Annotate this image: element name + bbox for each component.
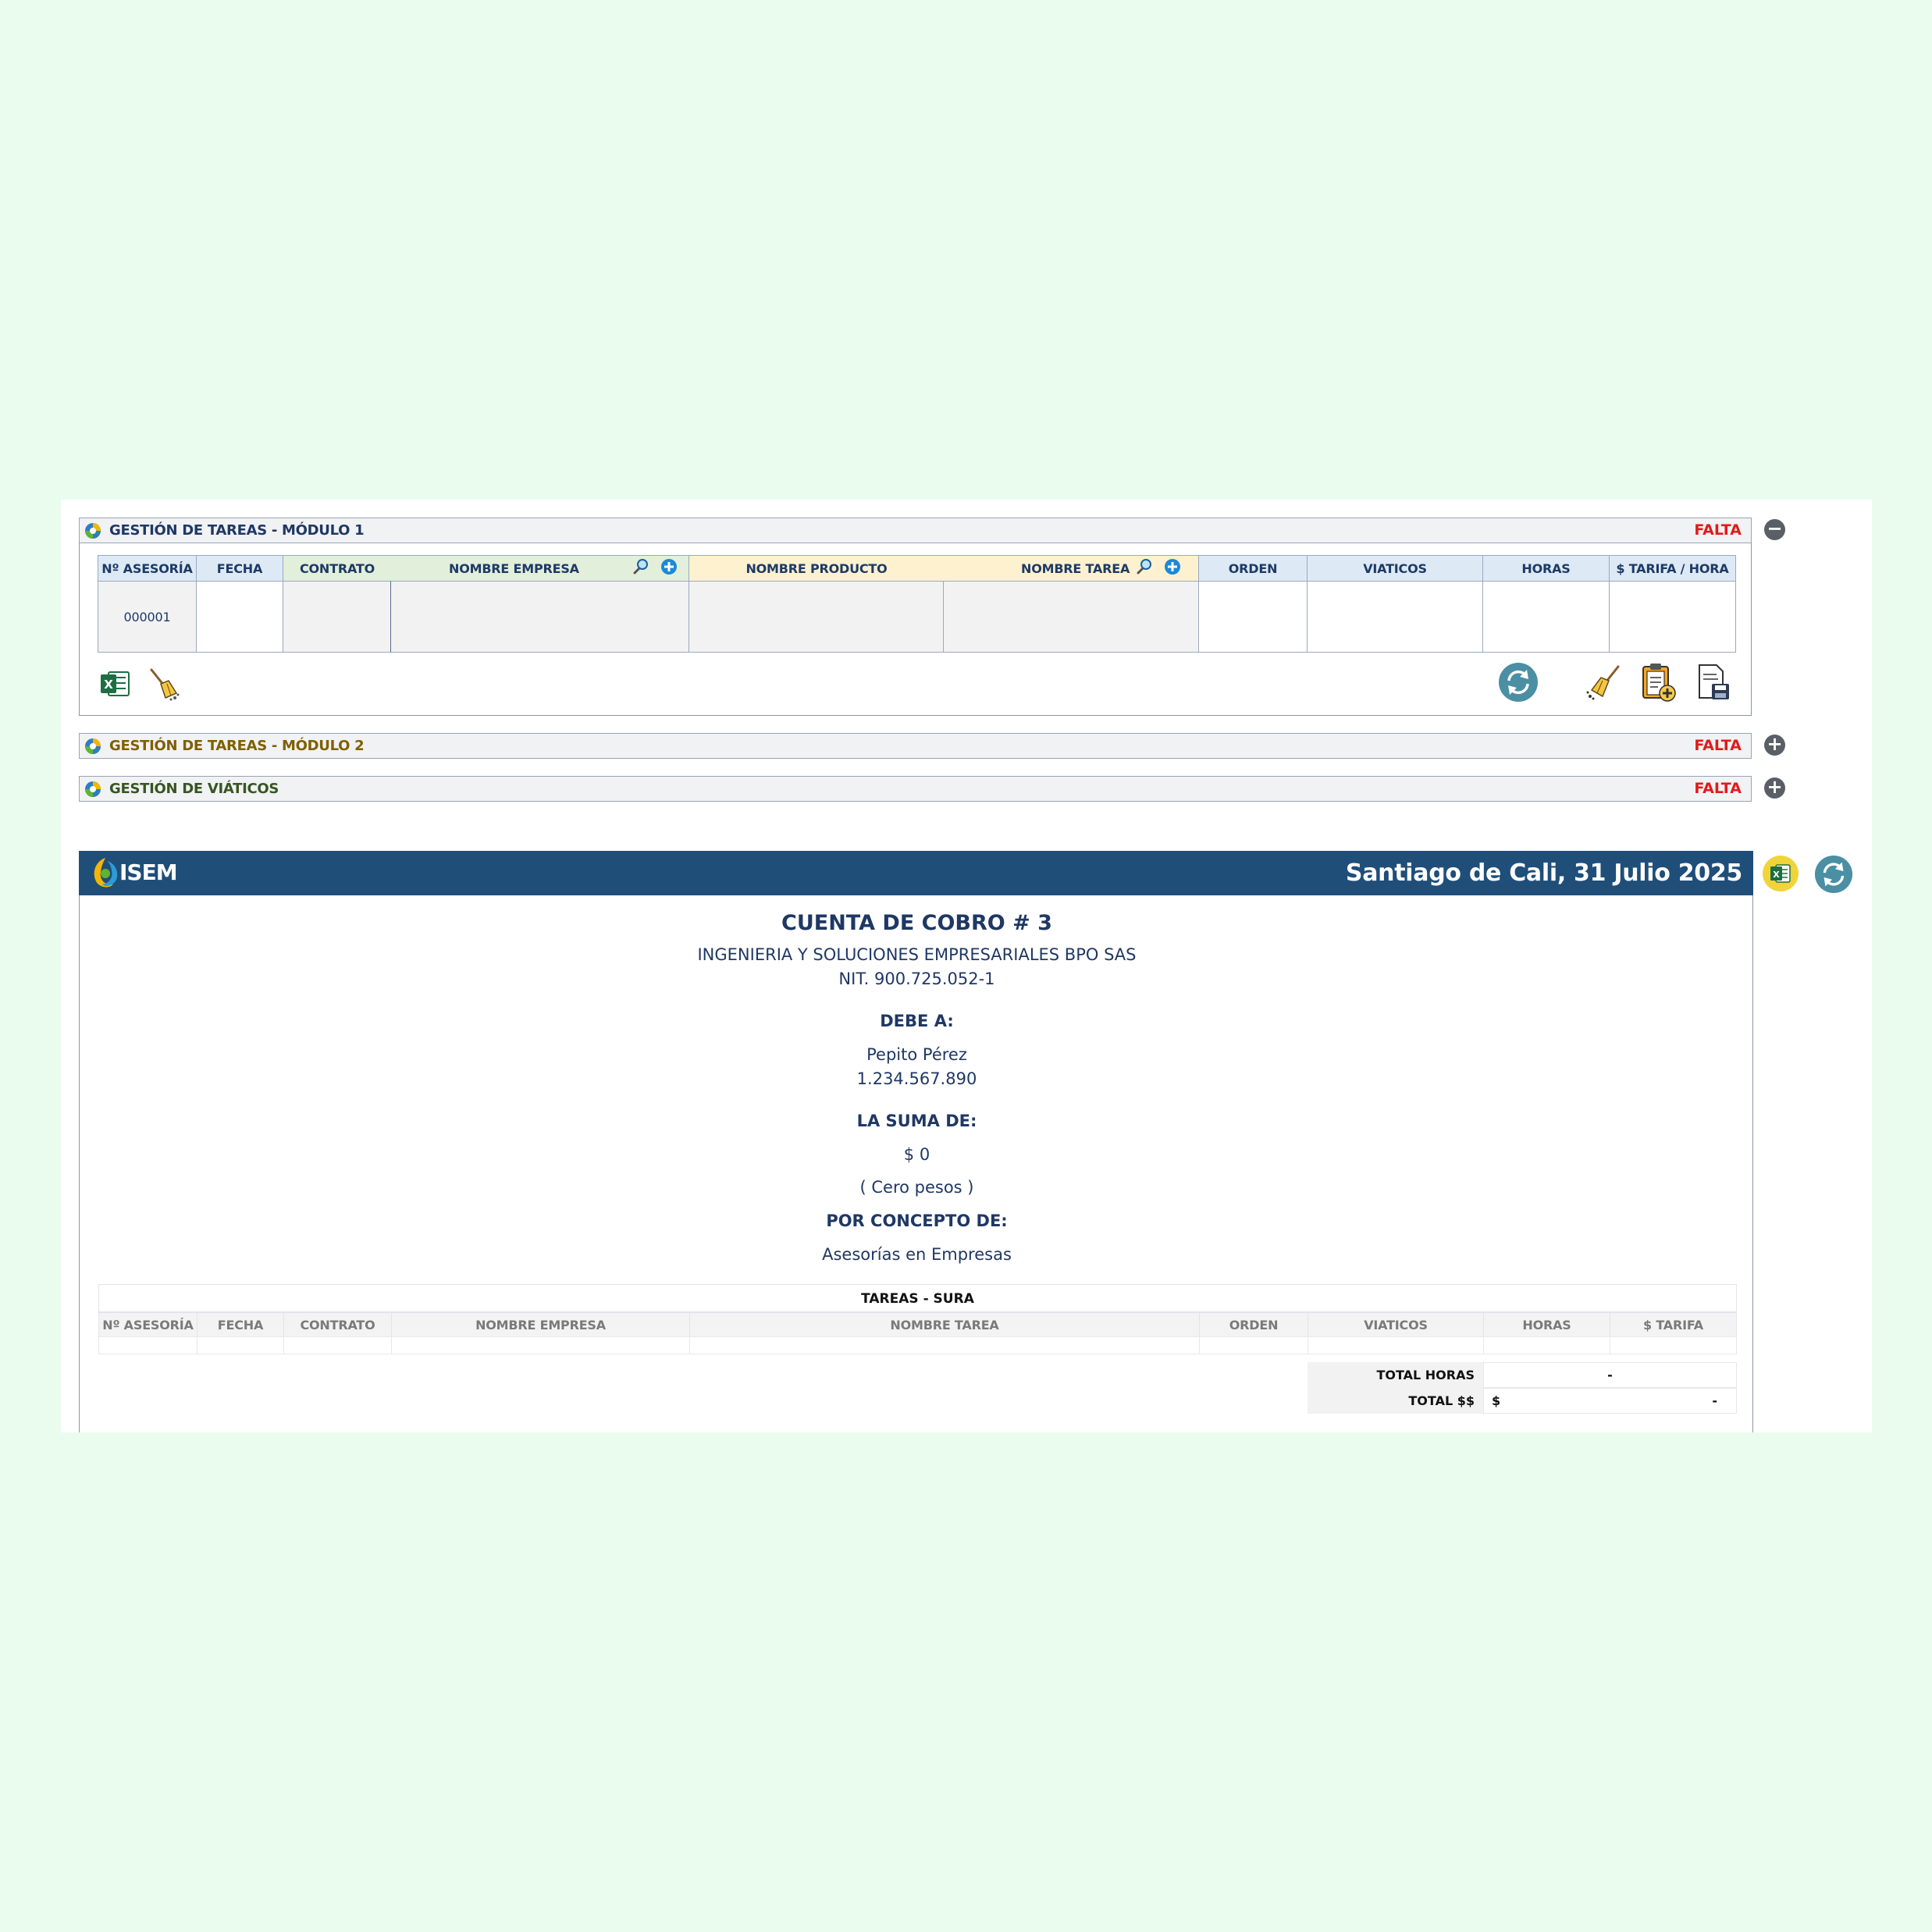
module2-title: GESTIÓN DE TAREAS - MÓDULO 2 bbox=[109, 738, 365, 754]
col-producto: NOMBRE PRODUCTO bbox=[688, 555, 944, 582]
col-tarea: NOMBRE TAREA bbox=[943, 555, 1199, 582]
total-money-field: $ - bbox=[1483, 1388, 1737, 1414]
module1-header[interactable]: GESTIÓN DE TAREAS - MÓDULO 1 FALTA bbox=[79, 518, 1752, 543]
module1-title: GESTIÓN DE TAREAS - MÓDULO 1 bbox=[109, 522, 365, 539]
table-row bbox=[1610, 1336, 1737, 1354]
rcol-horas: HORAS bbox=[1483, 1312, 1610, 1337]
add-circle-icon[interactable] bbox=[660, 558, 678, 575]
invoice-date: Santiago de Cali, 31 Julio 2025 bbox=[1345, 859, 1742, 887]
rcol-contrato: CONTRATO bbox=[283, 1312, 392, 1337]
task-grid: Nº ASESORÍA FECHA CONTRATO NOMBRE EMPRES… bbox=[98, 555, 1736, 653]
table-row bbox=[1483, 1336, 1610, 1354]
cell-tarea[interactable] bbox=[943, 581, 1199, 653]
col-contrato: CONTRATO bbox=[283, 555, 391, 582]
col-empresa-label: NOMBRE EMPRESA bbox=[449, 560, 579, 576]
col-fecha: FECHA bbox=[196, 555, 283, 582]
rcol-orden: ORDEN bbox=[1199, 1312, 1308, 1337]
person-id: 1.234.567.890 bbox=[856, 1069, 977, 1088]
search-icon[interactable] bbox=[1136, 558, 1153, 575]
isem-small-logo-icon bbox=[85, 523, 101, 539]
table-row bbox=[197, 1336, 284, 1354]
sum-label: LA SUMA DE: bbox=[856, 1112, 977, 1130]
isem-logo-text: ISEM bbox=[119, 859, 178, 885]
col-orden: ORDEN bbox=[1198, 555, 1308, 582]
tasks-table-title: TAREAS - SURA bbox=[98, 1284, 1737, 1312]
worksheet: GESTIÓN DE TAREAS - MÓDULO 1 FALTA − Nº … bbox=[61, 500, 1872, 1432]
refresh-icon[interactable] bbox=[1814, 855, 1853, 894]
rcol-asesoria: Nº ASESORÍA bbox=[98, 1312, 197, 1337]
svg-text:X: X bbox=[1773, 870, 1780, 880]
invoice-header: ISEM Santiago de Cali, 31 Julio 2025 bbox=[79, 851, 1753, 895]
concept: Asesorías en Empresas bbox=[822, 1245, 1012, 1264]
cell-empresa[interactable] bbox=[390, 581, 689, 653]
total-hours-label: TOTAL HORAS bbox=[1308, 1362, 1484, 1388]
isem-small-logo-icon bbox=[85, 781, 101, 797]
add-circle-icon[interactable] bbox=[1164, 558, 1181, 575]
cell-fecha[interactable] bbox=[196, 581, 283, 653]
rcol-tarea: NOMBRE TAREA bbox=[689, 1312, 1200, 1337]
cell-contrato[interactable] bbox=[283, 581, 391, 653]
total-money-currency: $ bbox=[1492, 1393, 1501, 1408]
total-money-value: - bbox=[1712, 1393, 1717, 1408]
save-document-icon[interactable] bbox=[1696, 664, 1732, 701]
total-money-label: TOTAL $$ bbox=[1308, 1388, 1484, 1414]
table-row bbox=[283, 1336, 392, 1354]
table-row bbox=[98, 1336, 197, 1354]
concept-label: POR CONCEPTO DE: bbox=[826, 1212, 1008, 1230]
module2-status: FALTA bbox=[1694, 737, 1742, 754]
viaticos-header[interactable]: GESTIÓN DE VIÁTICOS FALTA bbox=[79, 776, 1752, 802]
module2-header[interactable]: GESTIÓN DE TAREAS - MÓDULO 2 FALTA bbox=[79, 733, 1752, 759]
col-viaticos: VIATICOS bbox=[1307, 555, 1483, 582]
invoice-body: CUENTA DE COBRO # 3 INGENIERIA Y SOLUCIO… bbox=[79, 895, 1753, 1432]
isem-small-logo-icon bbox=[85, 738, 101, 754]
table-row bbox=[1308, 1336, 1484, 1354]
cell-tarifa[interactable] bbox=[1609, 581, 1736, 653]
invoice-title: CUENTA DE COBRO # 3 bbox=[781, 911, 1052, 935]
rcol-viaticos: VIATICOS bbox=[1308, 1312, 1484, 1337]
owed-label: DEBE A: bbox=[880, 1012, 954, 1030]
cell-producto[interactable] bbox=[688, 581, 944, 653]
refresh-icon[interactable] bbox=[1498, 662, 1539, 703]
col-asesoria: Nº ASESORÍA bbox=[98, 555, 197, 582]
table-row bbox=[689, 1336, 1200, 1354]
person-name: Pepito Pérez bbox=[866, 1045, 967, 1064]
isem-logo: ISEM bbox=[90, 856, 183, 891]
amount: $ 0 bbox=[903, 1145, 930, 1164]
rcol-fecha: FECHA bbox=[197, 1312, 284, 1337]
isem-logo-icon bbox=[94, 858, 118, 888]
rcol-empresa: NOMBRE EMPRESA bbox=[391, 1312, 690, 1337]
table-row bbox=[391, 1336, 690, 1354]
total-hours-value: - bbox=[1483, 1362, 1737, 1388]
clipboard-add-icon[interactable] bbox=[1641, 662, 1677, 703]
broom-icon[interactable] bbox=[1585, 664, 1623, 701]
search-icon[interactable] bbox=[632, 558, 649, 575]
amount-words: ( Cero pesos ) bbox=[859, 1178, 974, 1197]
invoice-nit: NIT. 900.725.052-1 bbox=[838, 970, 995, 988]
table-row bbox=[1199, 1336, 1308, 1354]
invoice-company: INGENIERIA Y SOLUCIONES EMPRESARIALES BP… bbox=[697, 945, 1137, 964]
excel-icon[interactable]: X bbox=[99, 670, 130, 698]
cell-asesoria: 000001 bbox=[98, 581, 197, 653]
col-tarea-label: NOMBRE TAREA bbox=[1021, 560, 1130, 576]
module1-collapse-button[interactable]: − bbox=[1764, 519, 1785, 540]
broom-icon[interactable] bbox=[147, 667, 181, 701]
module1-status: FALTA bbox=[1694, 521, 1742, 539]
cell-orden[interactable] bbox=[1198, 581, 1308, 653]
module2-expand-button[interactable]: + bbox=[1764, 735, 1785, 756]
viaticos-status: FALTA bbox=[1694, 780, 1742, 797]
viaticos-expand-button[interactable]: + bbox=[1764, 777, 1785, 799]
cell-horas[interactable] bbox=[1482, 581, 1610, 653]
cell-viaticos[interactable] bbox=[1307, 581, 1483, 653]
viaticos-title: GESTIÓN DE VIÁTICOS bbox=[109, 781, 279, 797]
col-horas: HORAS bbox=[1482, 555, 1610, 582]
rcol-tarifa: $ TARIFA bbox=[1610, 1312, 1737, 1337]
svg-text:X: X bbox=[104, 678, 113, 692]
col-tarifa: $ TARIFA / HORA bbox=[1609, 555, 1736, 582]
excel-export-icon[interactable]: X bbox=[1762, 855, 1799, 892]
